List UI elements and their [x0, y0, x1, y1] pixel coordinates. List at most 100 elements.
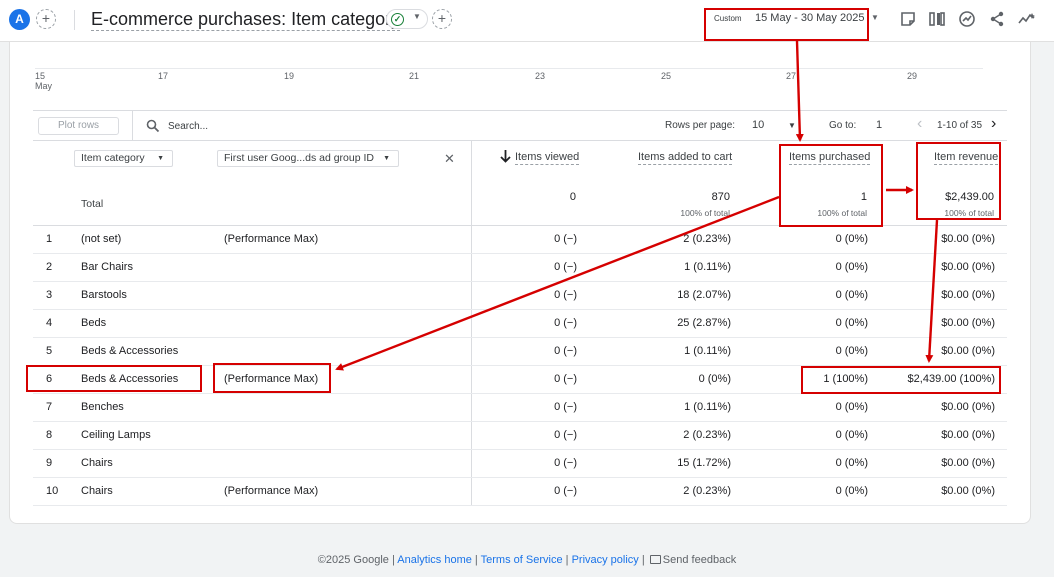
- notes-icon[interactable]: [899, 10, 917, 28]
- x-tick-label: 15 May: [35, 71, 52, 91]
- row-index: 8: [46, 429, 53, 441]
- item-revenue-cell: $0.00 (0%): [941, 457, 995, 469]
- feedback-icon[interactable]: [649, 555, 661, 564]
- items-added-cell: 18 (2.07%): [677, 289, 731, 301]
- share-icon[interactable]: [988, 10, 1006, 28]
- table-row[interactable]: 1 (not set) (Performance Max) 0 (−) 2 (0.23%…: [33, 226, 1007, 254]
- send-feedback-link[interactable]: Send feedback: [663, 554, 736, 566]
- table-row[interactable]: 2 Bar Chairs 0 (−) 1 (0.11%) 0 (0%) $0.00 (0%…: [33, 254, 1007, 282]
- account-avatar[interactable]: A: [9, 9, 30, 30]
- item-category-cell: Beds & Accessories: [81, 345, 179, 357]
- rows-per-page-select[interactable]: 10: [752, 119, 764, 131]
- table-row[interactable]: 4 Beds 0 (−) 25 (2.87%) 0 (0%) $0.00 (0%): [33, 310, 1007, 338]
- table-row[interactable]: 9 Chairs 0 (−) 15 (1.72%) 0 (0%) $0.00 (0%): [33, 450, 1007, 478]
- ad-group-cell: (Performance Max): [224, 233, 319, 245]
- items-purchased-cell: 0 (0%): [835, 317, 868, 329]
- annotation-box-ad-group: [213, 363, 331, 393]
- items-purchased-cell: 0 (0%): [835, 457, 868, 469]
- items-viewed-cell: 0 (−): [554, 373, 577, 385]
- status-chip[interactable]: ✓ ▼: [386, 9, 428, 29]
- items-viewed-cell: 0 (−): [554, 429, 577, 441]
- search-icon: [146, 119, 160, 133]
- annotation-box-category: [26, 365, 202, 392]
- goto-page-input[interactable]: 1: [876, 119, 882, 131]
- table-row[interactable]: 8 Ceiling Lamps 0 (−) 2 (0.23%) 0 (0%) $0.00 …: [33, 422, 1007, 450]
- sort-arrow-down-icon[interactable]: [500, 149, 511, 168]
- insights-icon[interactable]: [958, 10, 976, 28]
- total-sub-added: 100% of total: [680, 208, 730, 218]
- chart-baseline: [35, 68, 983, 69]
- table-row[interactable]: 10 Chairs (Performance Max) 0 (−) 2 (0.23%) 0…: [33, 478, 1007, 506]
- item-revenue-cell: $0.00 (0%): [941, 401, 995, 413]
- total-items-added: 870: [711, 191, 730, 203]
- add-comparison-plus-icon[interactable]: +: [36, 9, 56, 29]
- trend-icon[interactable]: [1018, 10, 1036, 28]
- x-tick-day: 25: [661, 71, 672, 81]
- prev-page-chevron-icon[interactable]: ‹: [917, 115, 922, 133]
- dimension-label: First user Goog...ds ad group ID: [224, 152, 374, 164]
- item-category-cell: (not set): [81, 233, 122, 245]
- chevron-down-icon: ▼: [413, 12, 421, 21]
- top-bar: A + E-commerce purchases: Item category …: [0, 0, 1054, 42]
- item-category-cell: Ceiling Lamps: [81, 429, 151, 441]
- dimension-label: Item category: [81, 152, 145, 164]
- items-viewed-cell: 0 (−): [554, 457, 577, 469]
- item-revenue-cell: $0.00 (0%): [941, 345, 995, 357]
- x-tick-label: 25: [661, 71, 671, 81]
- items-added-cell: 25 (2.87%): [677, 317, 731, 329]
- annotation-box-items-purchased: [779, 144, 883, 227]
- items-purchased-cell: 0 (0%): [835, 485, 868, 497]
- rows-per-page-caret-icon[interactable]: ▼: [788, 121, 796, 130]
- add-filter-plus-icon[interactable]: +: [432, 9, 452, 29]
- item-revenue-cell: $0.00 (0%): [941, 233, 995, 245]
- table-row[interactable]: 3 Barstools 0 (−) 18 (2.07%) 0 (0%) $0.00 (0%…: [33, 282, 1007, 310]
- x-tick-label: 17: [158, 71, 168, 81]
- items-viewed-cell: 0 (−): [554, 261, 577, 273]
- copyright: ©2025 Google |: [317, 554, 395, 566]
- column-header-items-viewed[interactable]: Items viewed: [515, 151, 580, 165]
- item-revenue-cell: $0.00 (0%): [941, 485, 995, 497]
- compare-icon[interactable]: [928, 10, 946, 28]
- item-revenue-cell: $0.00 (0%): [941, 289, 995, 301]
- items-added-cell: 0 (0%): [698, 373, 731, 385]
- x-tick-day: 15: [35, 71, 46, 81]
- table-row[interactable]: 7 Benches 0 (−) 1 (0.11%) 0 (0%) $0.00 (0%): [33, 394, 1007, 422]
- next-page-chevron-icon[interactable]: ›: [991, 115, 996, 133]
- x-tick-day: 29: [907, 71, 918, 81]
- analytics-home-link[interactable]: Analytics home: [397, 554, 472, 566]
- row-index: 3: [46, 289, 53, 301]
- privacy-link[interactable]: Privacy policy: [572, 554, 639, 566]
- items-added-cell: 1 (0.11%): [684, 401, 731, 413]
- page-range: 1-10 of 35: [937, 120, 983, 131]
- page-title[interactable]: E-commerce purchases: Item category: [91, 8, 401, 31]
- total-label: Total: [81, 198, 104, 210]
- annotation-box-date: [704, 8, 869, 41]
- row-index: 5: [46, 345, 53, 357]
- item-category-cell: Benches: [81, 401, 124, 413]
- row-index: 10: [46, 485, 59, 497]
- items-added-cell: 2 (0.23%): [683, 485, 731, 497]
- x-tick-day: 23: [535, 71, 546, 81]
- table-row[interactable]: 5 Beds & Accessories 0 (−) 1 (0.11%) 0 (0%) $…: [33, 338, 1007, 366]
- row-index: 7: [46, 401, 53, 413]
- annotation-box-row6-values: [801, 366, 1001, 394]
- items-added-cell: 1 (0.11%): [684, 345, 731, 357]
- dimension-select-ad-group[interactable]: First user Goog...ds ad group ID ▼: [217, 150, 399, 167]
- x-tick-month: May: [35, 81, 53, 91]
- row-index: 9: [46, 457, 53, 469]
- total-items-viewed: 0: [569, 191, 576, 203]
- dimension-select-item-category[interactable]: Item category ▼: [74, 150, 173, 167]
- x-tick-day: 21: [409, 71, 420, 81]
- items-viewed-cell: 0 (−): [554, 289, 577, 301]
- item-revenue-cell: $0.00 (0%): [941, 317, 995, 329]
- date-range-caret-icon[interactable]: ▼: [871, 13, 879, 22]
- item-category-cell: Chairs: [81, 485, 113, 497]
- column-header-items-added-to-cart[interactable]: Items added to cart: [638, 151, 733, 165]
- plot-rows-button[interactable]: Plot rows: [38, 117, 119, 135]
- search-input[interactable]: [168, 119, 368, 133]
- items-purchased-cell: 0 (0%): [835, 289, 868, 301]
- close-icon[interactable]: ✕: [444, 151, 455, 167]
- terms-link[interactable]: Terms of Service: [481, 554, 563, 566]
- items-added-cell: 1 (0.11%): [684, 261, 731, 273]
- divider: [132, 111, 133, 140]
